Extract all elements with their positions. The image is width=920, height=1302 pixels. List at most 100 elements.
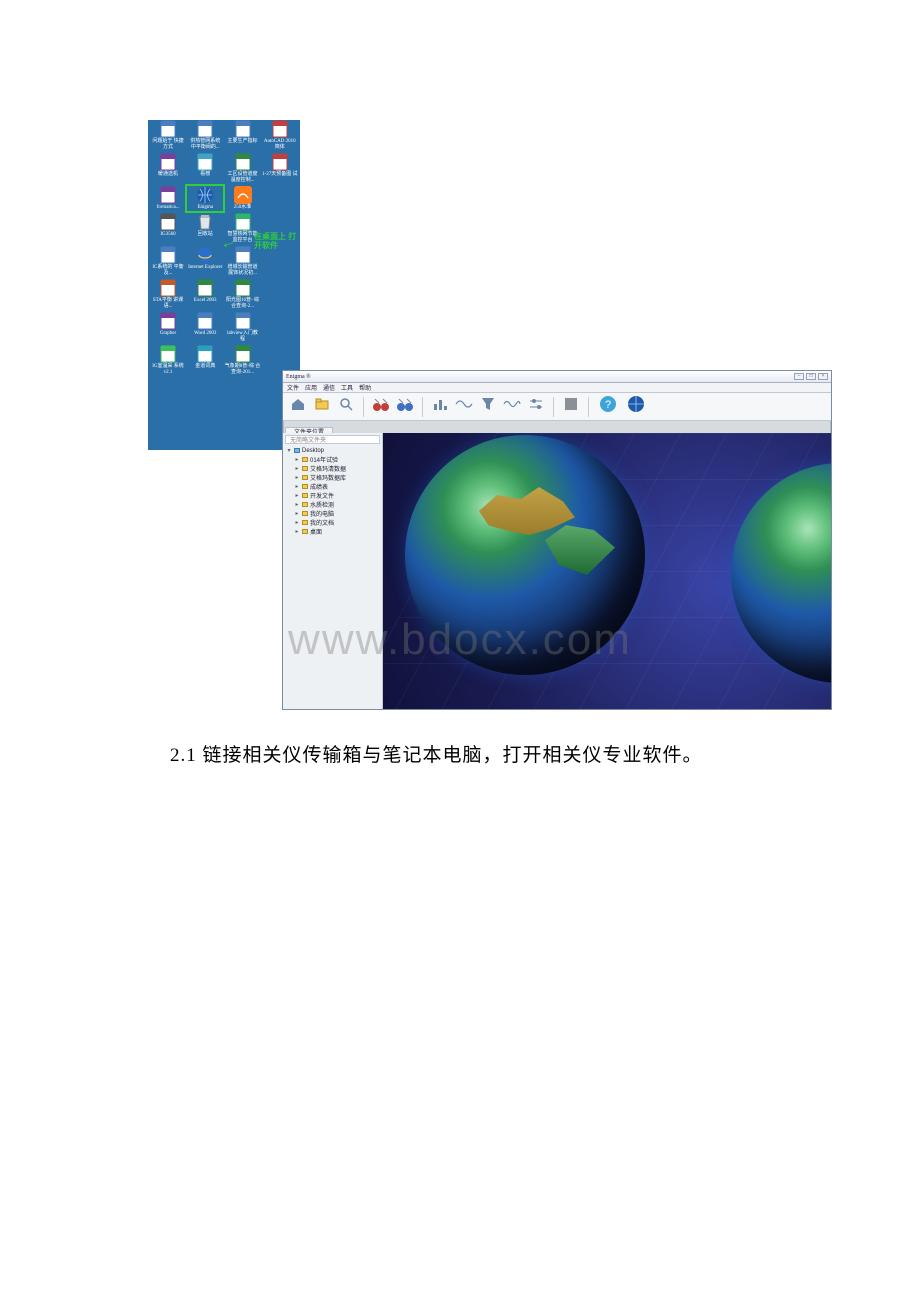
none-icon (270, 186, 290, 204)
figure-caption: 2.1 链接相关仪传输箱与笔记本电脑，打开相关仪专业软件。 (170, 740, 703, 767)
globe-button[interactable] (625, 396, 647, 418)
adjust-button[interactable] (527, 398, 545, 416)
desktop-icon-label: 供热管网系统 中平衡阀的... (187, 139, 223, 151)
tree-item[interactable]: ▸艾格玛数据库 (294, 473, 380, 482)
close-button[interactable]: × (818, 373, 828, 380)
tree-item-label: 成绩表 (310, 482, 328, 491)
green-icon (158, 345, 178, 363)
desktop-icon[interactable] (262, 279, 298, 310)
desktop-icon-label: Excel 2003 (194, 298, 217, 304)
desktop-icon[interactable]: 供热管网系统 中平衡阀的... (187, 120, 223, 151)
tree-item[interactable]: ▸艾格玛清数据 (294, 464, 380, 473)
desktop-icon[interactable] (262, 186, 298, 211)
desktop-icon[interactable]: formatica... (150, 186, 186, 211)
filter-button[interactable] (479, 398, 497, 416)
folder-icon (302, 502, 308, 507)
xls-icon (233, 279, 253, 297)
folder-icon (302, 511, 308, 516)
search-icon (338, 396, 354, 417)
tree-item-label: 艾格玛清数据 (310, 464, 346, 473)
desktop-icon[interactable] (262, 312, 298, 343)
desktop-icon[interactable]: Internet Explorer (187, 246, 223, 277)
menu-tools[interactable]: 工具 (341, 383, 353, 392)
desktop-icon[interactable]: 暖通选机 (150, 153, 186, 184)
desktop-icon[interactable]: IG室温采 系统 v2.1 (150, 345, 186, 376)
tree-item[interactable]: ▸成绩表 (294, 482, 380, 491)
dict-icon (195, 345, 215, 363)
maximize-button[interactable]: □ (806, 373, 816, 380)
title-bar: Enigma ® – □ × (283, 371, 831, 383)
wave1-button[interactable] (455, 398, 473, 416)
none-icon (270, 213, 290, 231)
none-icon (270, 312, 290, 330)
none-icon (270, 279, 290, 297)
tree-item[interactable]: ▸我的文档 (294, 518, 380, 527)
desktop-icon[interactable]: 气象期8普-综 合查询-201... (225, 345, 261, 376)
stop-icon (563, 396, 579, 417)
tree-item[interactable]: ▸014年试验 (294, 455, 380, 464)
desktop-icon[interactable]: Enigma (187, 186, 223, 211)
globe-icon (627, 395, 645, 418)
menu-app[interactable]: 应用 (305, 383, 317, 392)
toolbar-separator (363, 397, 364, 417)
tree-item[interactable]: ▸桌面 (294, 527, 380, 536)
desktop-icon-label: 阳光图16普- 综合查询-2... (225, 298, 261, 310)
cad-icon (270, 120, 290, 138)
desktop-icon-label: 增城长输管道 展饰状况初... (225, 265, 261, 277)
desktop-icon[interactable]: 金道词典 (187, 345, 223, 376)
globe-icon (195, 186, 215, 204)
desktop-icon[interactable]: 问题始于 快捷方式 (150, 120, 186, 151)
adjust-icon (528, 397, 544, 416)
help-button[interactable]: ? (597, 396, 619, 418)
desktop-icon[interactable]: 主要生产指标 (225, 120, 261, 151)
open-button[interactable] (313, 398, 331, 416)
menu-bar: 文件 应用 通信 工具 帮助 (283, 383, 831, 393)
search-button[interactable] (337, 398, 355, 416)
stop-button[interactable] (562, 398, 580, 416)
desktop-icon[interactable]: Grapher (150, 312, 186, 343)
help-icon: ? (599, 395, 617, 418)
desktop-icon[interactable]: labview入门教 程 (225, 312, 261, 343)
desktop-icon[interactable]: Word 2003 (187, 312, 223, 343)
desktop-icon-label: Enigma (197, 205, 213, 211)
tree-item[interactable]: ▸水质检测 (294, 500, 380, 509)
desktop-icon[interactable] (262, 246, 298, 277)
sensor-blue-button[interactable] (396, 398, 414, 416)
tree-item-label: 桌面 (310, 527, 322, 536)
menu-file[interactable]: 文件 (287, 383, 299, 392)
desktop-icon[interactable]: AutoCAD 2010 简体 (262, 120, 298, 151)
doc-icon (195, 120, 215, 138)
sensor-red-button[interactable] (372, 398, 390, 416)
toolbar-separator (553, 397, 554, 417)
wave2-button[interactable] (503, 398, 521, 416)
xls-icon (195, 279, 215, 297)
desktop-icon[interactable]: 看榜 (187, 153, 223, 184)
home-button[interactable] (289, 398, 307, 416)
menu-comm[interactable]: 通信 (323, 383, 335, 392)
tree-item[interactable]: ▸开发文件 (294, 491, 380, 500)
desktop-icon[interactable]: 250水准 (225, 186, 261, 211)
chart-button[interactable] (431, 398, 449, 416)
doc-icon (233, 312, 253, 330)
desktop-icon[interactable]: IG3560 (150, 213, 186, 244)
ie-icon (195, 246, 215, 264)
tree-item-label: 我的文档 (310, 518, 334, 527)
folder-search-input[interactable]: 无简略文件夹 (285, 435, 380, 444)
minimize-button[interactable]: – (794, 373, 804, 380)
desktop-icon-label: 工区设管道度 温度控制... (225, 172, 261, 184)
desktop-icon[interactable]: IC系统的 平衡及... (150, 246, 186, 277)
menu-help[interactable]: 帮助 (359, 383, 371, 392)
desktop-icon[interactable]: Excel 2003 (187, 279, 223, 310)
viewport-globe (383, 433, 831, 709)
tree-item-label: 我的电脑 (310, 509, 334, 518)
tree-item[interactable]: ▸我的电脑 (294, 509, 380, 518)
folder-icon (302, 484, 308, 489)
desktop-icon-label: 金道词典 (195, 364, 215, 370)
desktop-icon[interactable]: 阳光图16普- 综合查询-2... (225, 279, 261, 310)
folder-search-placeholder: 无简略文件夹 (290, 435, 326, 444)
desktop-icon[interactable]: 1-27天预备图 试 (262, 153, 298, 184)
desktop-icon[interactable]: 工区设管道度 温度控制... (225, 153, 261, 184)
tree-root-desktop[interactable]: ▾ Desktop (286, 446, 380, 455)
open-icon (314, 396, 330, 417)
desktop-icon[interactable]: STA平衡 讲课语... (150, 279, 186, 310)
